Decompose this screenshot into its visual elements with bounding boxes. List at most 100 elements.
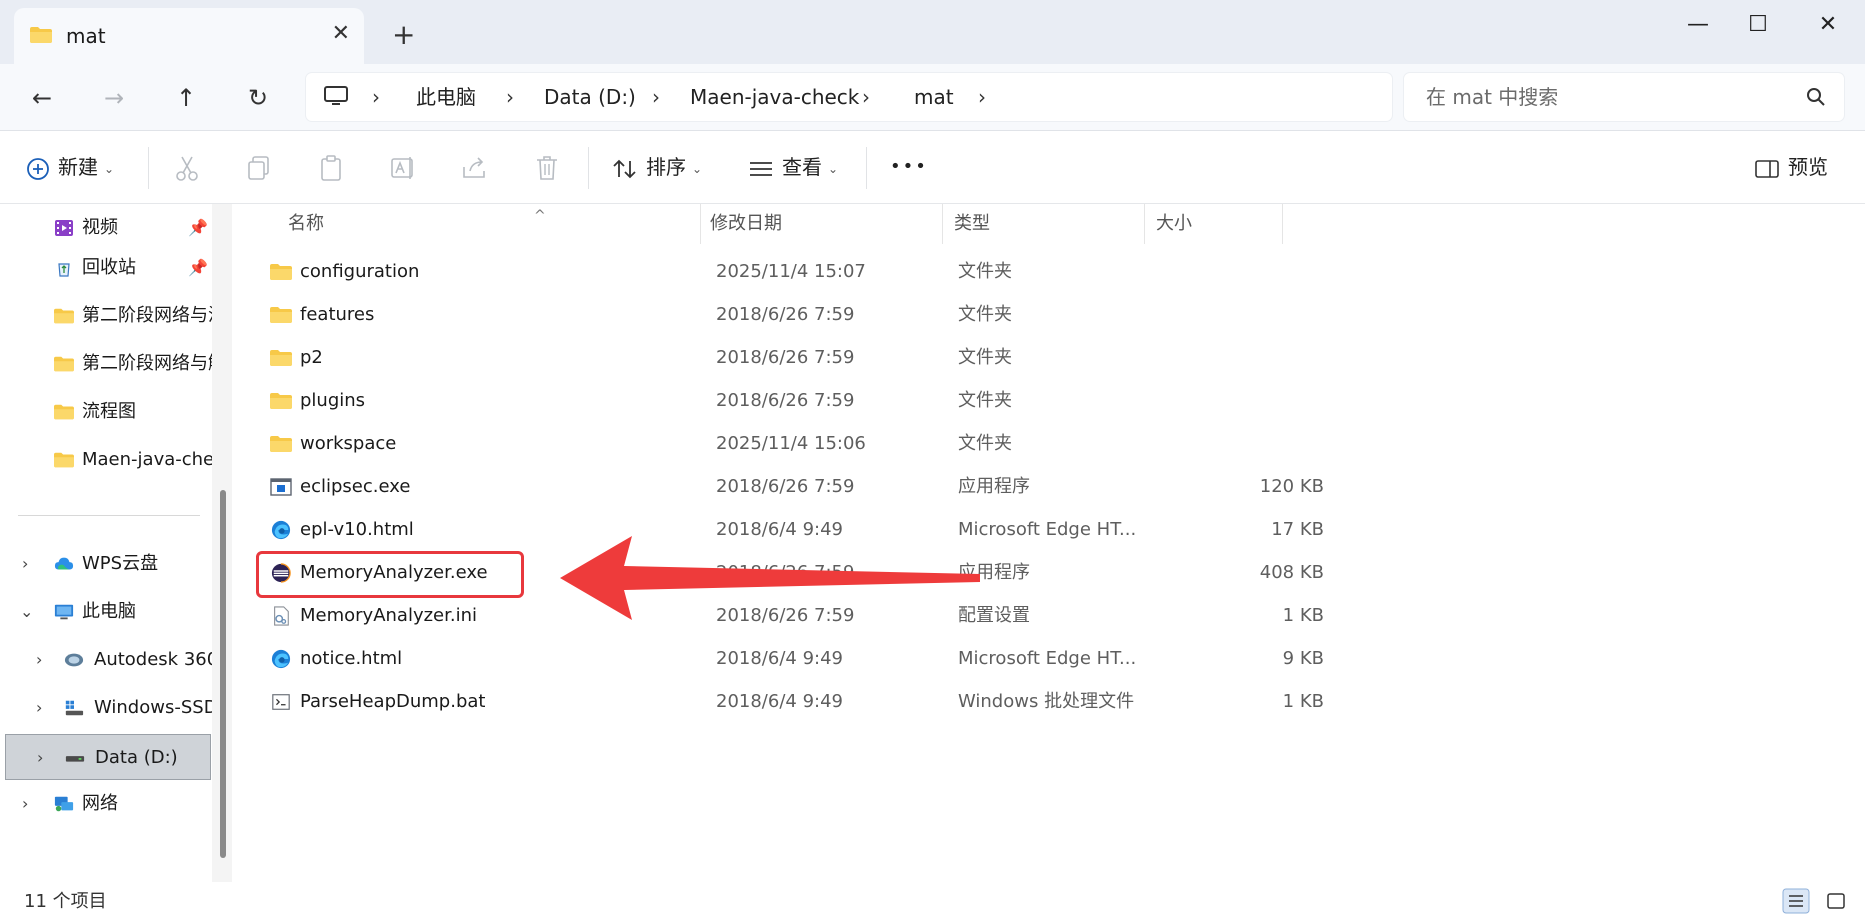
sidebar-item-label: WPS云盘 — [82, 553, 159, 574]
breadcrumb-separator: › — [652, 85, 660, 109]
separator — [866, 147, 867, 189]
sidebar-item-label: Maen-java-check — [82, 449, 212, 470]
cut-icon — [176, 156, 198, 181]
chevron-right-icon[interactable]: › — [36, 688, 42, 728]
file-size — [1146, 252, 1324, 292]
search-placeholder: 在 mat 中搜索 — [1426, 85, 1559, 109]
column-separator[interactable] — [1282, 204, 1283, 244]
item-count: 11 个项目 — [24, 891, 107, 912]
folder-icon — [54, 404, 74, 420]
sort-ascending-icon: ^ — [534, 208, 546, 224]
breadcrumb-data-drive[interactable]: Data (D:) — [544, 82, 636, 112]
sidebar-item-wps-cloud[interactable]: › WPS云盘 — [0, 544, 212, 584]
title-bar: mat ✕ + — ☐ ✕ — [0, 0, 1865, 64]
address-bar[interactable]: › 此电脑 › Data (D:) › Maen-java-check › ma… — [306, 73, 1392, 121]
sidebar-item-recycle-bin[interactable]: 回收站 📌 — [0, 248, 212, 288]
column-separator[interactable] — [1144, 204, 1145, 244]
config-file-icon — [274, 606, 289, 626]
recycle-bin-icon — [58, 263, 70, 277]
file-row[interactable]: features 2018/6/26 7:59 文件夹 — [256, 295, 1326, 335]
new-tab-button[interactable]: + — [392, 20, 415, 50]
chevron-down-icon[interactable]: ⌄ — [20, 592, 33, 632]
sidebar-divider — [18, 515, 200, 516]
preview-label: 预览 — [1788, 155, 1828, 179]
view-button[interactable]: 查看 ⌄ — [748, 149, 838, 185]
tab-mat[interactable]: mat ✕ — [14, 8, 364, 64]
file-row[interactable]: ParseHeapDump.bat 2018/6/4 9:49 Windows … — [256, 682, 1326, 722]
new-button[interactable]: 新建 ⌄ — [26, 149, 114, 185]
sidebar-item-label: 第二阶段网络与解 — [82, 353, 212, 374]
up-button[interactable]: ↑ — [166, 78, 206, 118]
pin-icon: 📌 — [188, 258, 208, 277]
close-tab-icon[interactable]: ✕ — [332, 20, 350, 48]
file-type: 文件夹 — [958, 261, 1012, 282]
sidebar-item-this-pc[interactable]: ⌄ 此电脑 — [0, 592, 212, 632]
file-name: epl-v10.html — [300, 519, 414, 540]
navigation-bar: ← → ↑ ↻ › 此电脑 › Data (D:) › Maen-java-ch… — [0, 64, 1865, 131]
refresh-button[interactable]: ↻ — [238, 78, 278, 118]
sidebar-item-folder-stage2-b[interactable]: 第二阶段网络与解 — [0, 344, 212, 384]
sidebar-item-autodesk-360[interactable]: › Autodesk 360 — [0, 640, 212, 680]
file-row[interactable]: workspace 2025/11/4 15:06 文件夹 — [256, 424, 1326, 464]
computer-icon — [324, 86, 348, 105]
column-separator[interactable] — [942, 204, 943, 244]
sort-button[interactable]: 排序 ⌄ — [612, 149, 702, 185]
close-window-button[interactable]: ✕ — [1798, 10, 1858, 40]
file-row[interactable]: configuration 2025/11/4 15:07 文件夹 — [256, 252, 1326, 292]
sort-icon — [613, 159, 636, 178]
column-header-date[interactable]: 修改日期 — [710, 204, 930, 244]
column-header-type[interactable]: 类型 — [954, 204, 1134, 244]
forward-button[interactable]: → — [94, 78, 134, 118]
chevron-right-icon[interactable]: › — [36, 640, 42, 680]
column-header-size[interactable]: 大小 — [1156, 204, 1276, 244]
autodesk-icon — [64, 653, 84, 667]
paste-icon — [321, 155, 341, 181]
chevron-right-icon[interactable]: › — [37, 735, 43, 779]
breadcrumb-maen-java-check[interactable]: Maen-java-check — [690, 82, 859, 112]
file-row[interactable]: p2 2018/6/26 7:59 文件夹 — [256, 338, 1326, 378]
back-button[interactable]: ← — [22, 78, 62, 118]
minimize-button[interactable]: — — [1668, 10, 1728, 40]
cloud-icon — [54, 557, 74, 570]
more-options-button[interactable]: ••• — [890, 149, 928, 185]
details-view-icon[interactable] — [1782, 888, 1810, 914]
sidebar-item-folder-stage2-a[interactable]: 第二阶段网络与汇 — [0, 296, 212, 336]
pc-icon — [54, 604, 74, 620]
annotation-arrow-icon — [560, 536, 980, 620]
file-row[interactable]: eclipsec.exe 2018/6/26 7:59 应用程序 120 KB — [256, 467, 1326, 507]
sidebar-item-windows-ssd[interactable]: › Windows-SSD — [0, 688, 212, 728]
sidebar-item-label: 视频 — [82, 217, 118, 238]
breadcrumb-mat[interactable]: mat — [914, 82, 954, 112]
chevron-right-icon[interactable]: › — [22, 544, 28, 584]
view-label: 查看 — [782, 155, 822, 179]
file-type: 文件夹 — [958, 304, 1012, 325]
file-name: p2 — [300, 347, 323, 368]
file-date: 2025/11/4 15:07 — [716, 261, 866, 282]
sidebar-item-flowchart[interactable]: 流程图 — [0, 392, 212, 432]
maximize-button[interactable]: ☐ — [1728, 10, 1788, 40]
chevron-right-icon[interactable]: › — [22, 784, 28, 824]
search-input[interactable]: 在 mat 中搜索 — [1404, 73, 1844, 121]
large-icons-view-icon[interactable] — [1822, 888, 1850, 914]
column-separator[interactable] — [700, 204, 701, 244]
drive-icon — [65, 756, 85, 762]
file-date: 2018/6/26 7:59 — [716, 347, 855, 368]
breadcrumb-separator: › — [862, 85, 870, 109]
file-row[interactable]: plugins 2018/6/26 7:59 文件夹 — [256, 381, 1326, 421]
separator — [588, 147, 589, 189]
sidebar-item-videos[interactable]: 视频 📌 — [0, 208, 212, 248]
file-name: configuration — [300, 261, 420, 282]
sidebar-item-network[interactable]: › 网络 — [0, 784, 212, 824]
sidebar-item-data-drive[interactable]: › Data (D:) — [5, 734, 211, 780]
sidebar-scrollbar-thumb[interactable] — [220, 490, 226, 858]
breadcrumb-this-pc[interactable]: 此电脑 — [416, 82, 476, 112]
file-size — [1146, 381, 1324, 421]
app-icon — [270, 478, 292, 496]
share-icon — [463, 157, 485, 178]
file-row[interactable]: notice.html 2018/6/4 9:49 Microsoft Edge… — [256, 639, 1326, 679]
chevron-down-icon: ⌄ — [828, 161, 839, 176]
preview-pane-button[interactable]: 预览 — [1754, 149, 1828, 185]
folder-icon — [30, 27, 52, 43]
column-header-name[interactable]: 名称 ^ — [288, 204, 698, 244]
sidebar-item-maen-java-check[interactable]: Maen-java-check — [0, 440, 212, 480]
